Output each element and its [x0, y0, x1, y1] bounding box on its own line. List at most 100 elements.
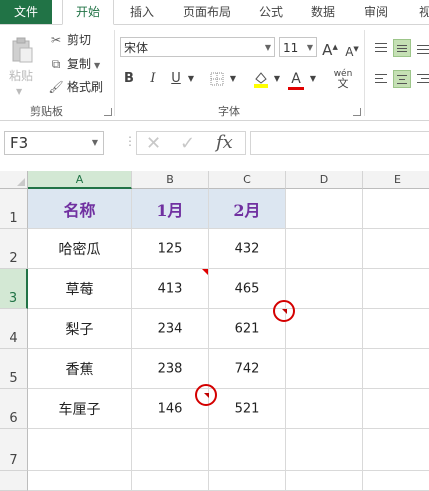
- column-header-c[interactable]: C: [209, 171, 286, 189]
- row-header-8[interactable]: [0, 471, 28, 491]
- table-cell[interactable]: 238: [132, 349, 209, 389]
- cell-b7[interactable]: [132, 429, 209, 471]
- tab-insert[interactable]: 插入: [122, 0, 162, 24]
- formula-input[interactable]: [250, 131, 429, 155]
- copy-dropdown-icon[interactable]: ▼: [94, 61, 100, 70]
- table-row[interactable]: 车厘子: [28, 389, 132, 429]
- table-cell[interactable]: 465: [209, 269, 286, 309]
- cell-a8[interactable]: [28, 471, 132, 491]
- copy-button[interactable]: ⧉ 复制 ▼: [48, 55, 100, 73]
- tab-home[interactable]: 开始: [62, 0, 114, 25]
- cell-e4[interactable]: [363, 309, 429, 349]
- table-header-name[interactable]: 名称: [28, 189, 132, 229]
- align-top-button[interactable]: [372, 39, 390, 57]
- cell-e1[interactable]: [363, 189, 429, 229]
- cell-d6[interactable]: [286, 389, 363, 429]
- align-right-button[interactable]: [414, 70, 429, 88]
- tab-review[interactable]: 审阅: [356, 0, 396, 24]
- row-header-6[interactable]: 6: [0, 389, 28, 429]
- font-launcher-icon[interactable]: [353, 108, 361, 116]
- cell-c8[interactable]: [209, 471, 286, 491]
- underline-button[interactable]: U: [169, 69, 183, 89]
- name-box[interactable]: F3 ▼: [4, 131, 104, 155]
- align-bottom-button[interactable]: [414, 39, 429, 57]
- cell-d3[interactable]: [286, 269, 363, 309]
- paste-icon[interactable]: [10, 37, 34, 65]
- fill-color-dropdown-icon[interactable]: ▼: [272, 69, 282, 89]
- chevron-down-icon: ▼: [264, 43, 271, 52]
- column-header-a[interactable]: A: [28, 171, 132, 189]
- cell-c7[interactable]: [209, 429, 286, 471]
- font-color-button[interactable]: A: [288, 69, 304, 90]
- cell-d4[interactable]: [286, 309, 363, 349]
- table-cell[interactable]: 413: [132, 269, 209, 309]
- row-header-7[interactable]: 7: [0, 429, 28, 471]
- chevron-down-icon: ▼: [306, 43, 313, 52]
- comment-indicator-icon[interactable]: [282, 309, 287, 314]
- italic-button[interactable]: I: [146, 69, 160, 89]
- tab-data[interactable]: 数据: [303, 0, 343, 24]
- tab-page-layout[interactable]: 页面布局: [176, 0, 238, 24]
- row-header-3[interactable]: 3: [0, 269, 28, 309]
- fill-color-button[interactable]: [252, 69, 270, 89]
- comment-indicator-icon[interactable]: [202, 269, 208, 275]
- table-cell[interactable]: 742: [209, 349, 286, 389]
- align-center-button[interactable]: [393, 70, 411, 88]
- grow-font-button[interactable]: A▲: [322, 37, 338, 59]
- cell-e7[interactable]: [363, 429, 429, 471]
- table-cell[interactable]: 521: [209, 389, 286, 429]
- cell-b8[interactable]: [132, 471, 209, 491]
- cut-button[interactable]: ✂ 剪切: [48, 31, 91, 49]
- cell-e2[interactable]: [363, 229, 429, 269]
- font-size-select[interactable]: 11 ▼: [279, 37, 317, 57]
- table-cell[interactable]: 125: [132, 229, 209, 269]
- clipboard-launcher-icon[interactable]: [104, 108, 112, 116]
- table-cell[interactable]: 234: [132, 309, 209, 349]
- table-row[interactable]: 香蕉: [28, 349, 132, 389]
- insert-function-button[interactable]: fx: [216, 132, 233, 153]
- row-header-4[interactable]: 4: [0, 309, 28, 349]
- paste-dropdown-icon[interactable]: ▼: [16, 87, 22, 96]
- borders-button[interactable]: [208, 69, 226, 89]
- phonetic-guide-button[interactable]: wén 文: [331, 69, 355, 89]
- cell-d8[interactable]: [286, 471, 363, 491]
- cell-e3[interactable]: [363, 269, 429, 309]
- tab-view[interactable]: 视: [410, 0, 429, 24]
- cell-d1[interactable]: [286, 189, 363, 229]
- column-header-b[interactable]: B: [132, 171, 209, 189]
- enter-icon[interactable]: ✓: [180, 133, 195, 154]
- row-header-5[interactable]: 5: [0, 349, 28, 389]
- format-painter-button[interactable]: 🖌 格式刷: [48, 78, 103, 96]
- paste-button[interactable]: 粘贴: [9, 67, 33, 84]
- comment-indicator-icon[interactable]: [204, 393, 209, 398]
- tab-formulas[interactable]: 公式: [253, 0, 289, 24]
- cell-d5[interactable]: [286, 349, 363, 389]
- select-all-button[interactable]: [0, 171, 28, 189]
- cell-e6[interactable]: [363, 389, 429, 429]
- align-middle-button[interactable]: [393, 39, 411, 57]
- underline-dropdown-icon[interactable]: ▼: [186, 69, 196, 89]
- table-row[interactable]: 草莓: [28, 269, 132, 309]
- bold-button[interactable]: B: [122, 69, 136, 89]
- table-row[interactable]: 梨子: [28, 309, 132, 349]
- row-header-1[interactable]: 1: [0, 189, 28, 229]
- table-header-jan[interactable]: 1月: [132, 189, 209, 229]
- shrink-font-button[interactable]: A▼: [344, 39, 360, 59]
- cell-a7[interactable]: [28, 429, 132, 471]
- column-header-e[interactable]: E: [363, 171, 429, 189]
- align-left-button[interactable]: [372, 70, 390, 88]
- tab-file[interactable]: 文件: [0, 0, 52, 24]
- font-color-dropdown-icon[interactable]: ▼: [308, 69, 318, 89]
- table-header-feb[interactable]: 2月: [209, 189, 286, 229]
- cell-d7[interactable]: [286, 429, 363, 471]
- font-name-select[interactable]: 宋体 ▼: [120, 37, 275, 57]
- borders-dropdown-icon[interactable]: ▼: [228, 69, 238, 89]
- cancel-icon[interactable]: ✕: [146, 133, 161, 154]
- column-header-d[interactable]: D: [286, 171, 363, 189]
- table-cell[interactable]: 432: [209, 229, 286, 269]
- row-header-2[interactable]: 2: [0, 229, 28, 269]
- cell-e8[interactable]: [363, 471, 429, 491]
- cell-d2[interactable]: [286, 229, 363, 269]
- cell-e5[interactable]: [363, 349, 429, 389]
- table-row[interactable]: 哈密瓜: [28, 229, 132, 269]
